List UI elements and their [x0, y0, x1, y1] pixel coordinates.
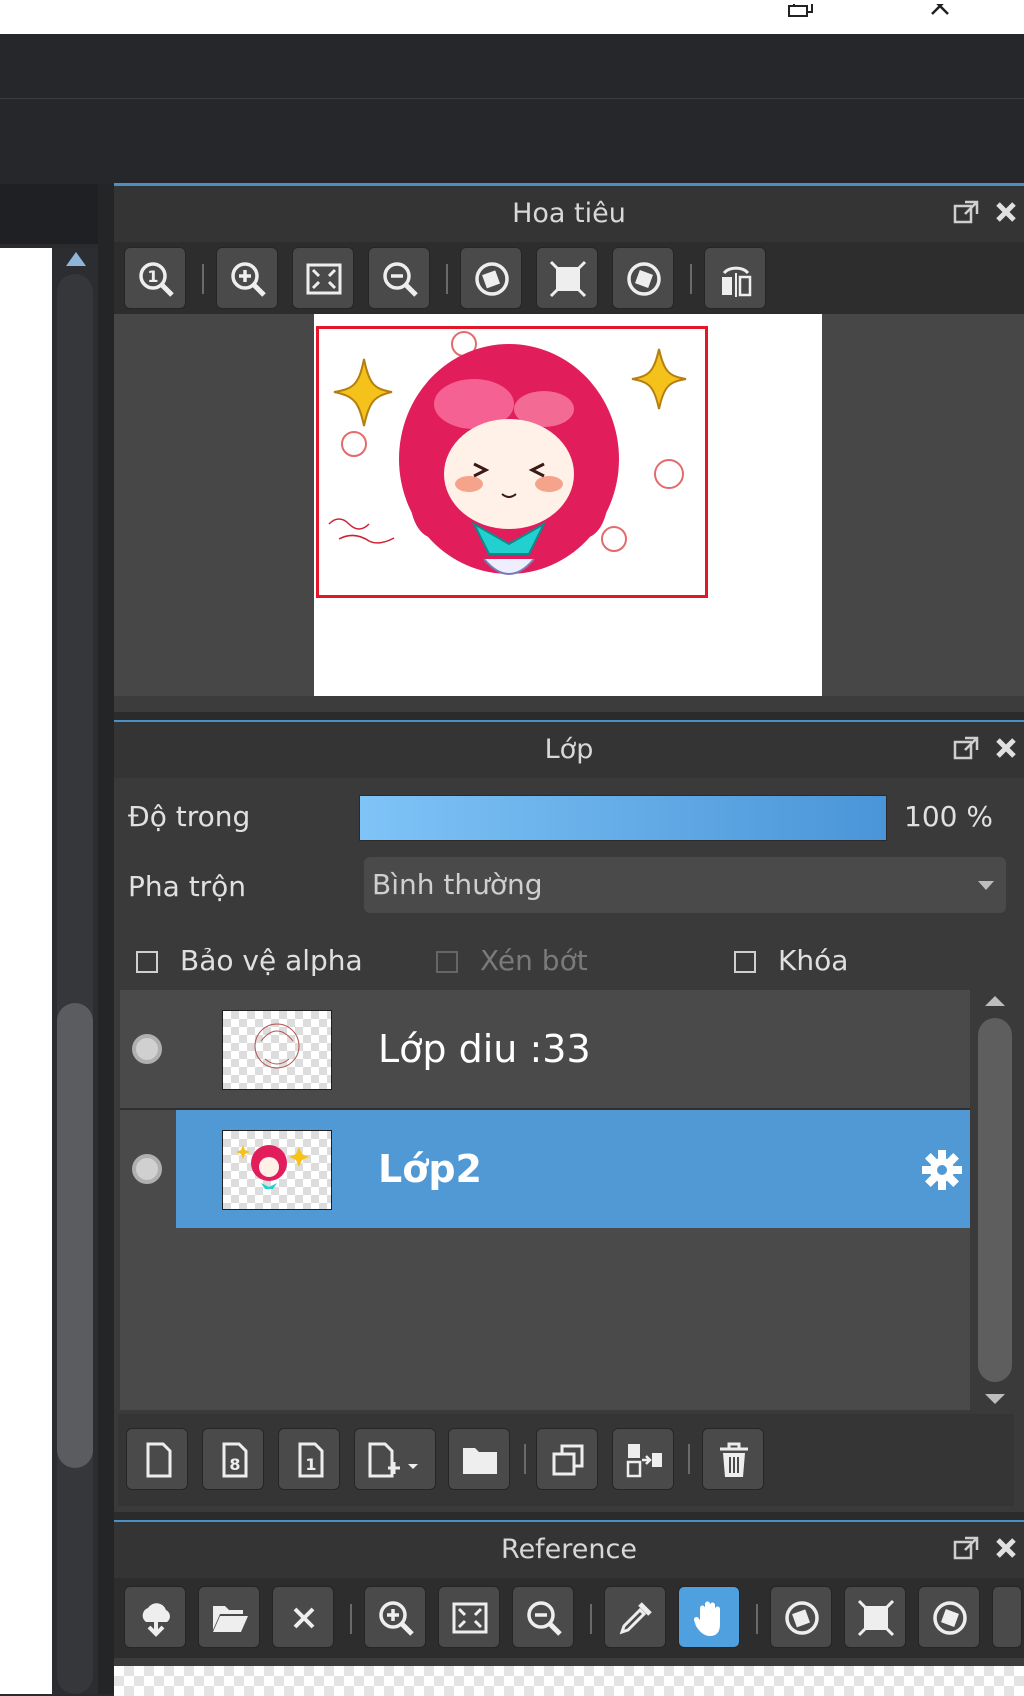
folder-icon[interactable]: [448, 1428, 510, 1490]
rotate-right-icon[interactable]: [918, 1586, 980, 1648]
layer-list-scrollbar[interactable]: [972, 990, 1018, 1410]
panel-divider[interactable]: [98, 184, 114, 1694]
layer-thumbnail: [222, 1130, 332, 1210]
scroll-down-icon[interactable]: [972, 1390, 1018, 1410]
reference-panel: Reference: [114, 1520, 1024, 1696]
reference-canvas[interactable]: [114, 1666, 1024, 1696]
navigator-toolbar: 1: [114, 242, 1024, 314]
layer-toolbar: 8 1: [118, 1414, 1014, 1506]
svg-text:1: 1: [147, 267, 158, 286]
close-icon[interactable]: [272, 1586, 334, 1648]
reference-title: Reference: [501, 1534, 637, 1565]
layer-panel: Lớp Độ trong 100 % Pha trộn Bình thường …: [114, 720, 1024, 1512]
rotate-right-icon[interactable]: [612, 247, 674, 309]
fit-window-icon[interactable]: [292, 247, 354, 309]
svg-text:1: 1: [305, 1455, 316, 1474]
close-panel-icon[interactable]: [992, 1536, 1020, 1564]
reference-header: Reference: [114, 1522, 1024, 1578]
lock-label: Khóa: [778, 944, 849, 977]
navigator-header: Hoa tiêu: [114, 186, 1024, 242]
zoom-in-icon[interactable]: [364, 1586, 426, 1648]
rotate-left-icon[interactable]: [770, 1586, 832, 1648]
opacity-value: 100 %: [904, 800, 993, 833]
trash-icon[interactable]: [702, 1428, 764, 1490]
new-1bit-layer-icon[interactable]: 1: [278, 1428, 340, 1490]
close-panel-icon[interactable]: [992, 736, 1020, 764]
scrollbar-thumb[interactable]: [57, 1003, 93, 1468]
zoom-in-icon[interactable]: [216, 247, 278, 309]
more-tools-button[interactable]: [992, 1586, 1022, 1648]
eyedropper-icon[interactable]: [604, 1586, 666, 1648]
protect-alpha-label: Bảo vệ alpha: [180, 944, 363, 977]
clipping-label: Xén bớt: [480, 944, 588, 977]
navigator-panel: Hoa tiêu 1: [114, 184, 1024, 712]
navigator-view-frame[interactable]: [316, 326, 708, 598]
zoom-actual-icon[interactable]: 1: [124, 247, 186, 309]
svg-text:8: 8: [229, 1455, 240, 1474]
add-layer-dropdown-icon[interactable]: [354, 1428, 436, 1490]
zoom-out-icon[interactable]: [512, 1586, 574, 1648]
blend-label: Pha trộn: [128, 870, 247, 903]
close-window-icon[interactable]: [915, 0, 975, 34]
clipping-checkbox: [436, 951, 458, 973]
navigator-preview[interactable]: [114, 314, 1024, 696]
scroll-up-icon[interactable]: [66, 252, 86, 266]
blend-mode-value: Bình thường: [372, 868, 543, 901]
opacity-slider[interactable]: [359, 795, 887, 841]
visibility-icon[interactable]: [132, 1154, 162, 1184]
fit-window-icon[interactable]: [438, 1586, 500, 1648]
flip-horizontal-icon[interactable]: [704, 247, 766, 309]
chevron-down-icon: [978, 881, 994, 890]
layer-header: Lớp: [114, 722, 1024, 778]
tool-options-bar: [0, 99, 1024, 185]
duplicate-layer-icon[interactable]: [536, 1428, 598, 1490]
layer-name: Lớp diu :33: [378, 1027, 591, 1071]
open-folder-icon[interactable]: [198, 1586, 260, 1648]
navigator-title: Hoa tiêu: [512, 198, 626, 229]
scrollbar-thumb[interactable]: [978, 1018, 1012, 1382]
popout-icon[interactable]: [952, 736, 980, 764]
popout-icon[interactable]: [952, 1536, 980, 1564]
blend-mode-select[interactable]: Bình thường: [364, 857, 1006, 913]
visibility-icon[interactable]: [132, 1034, 162, 1064]
layer-row[interactable]: Lớp diu :33: [120, 990, 970, 1110]
reset-rotation-icon[interactable]: [536, 247, 598, 309]
cloud-download-icon[interactable]: [124, 1586, 186, 1648]
zoom-out-icon[interactable]: [368, 247, 430, 309]
layer-title: Lớp: [544, 734, 594, 765]
popout-icon[interactable]: [952, 200, 980, 228]
protect-alpha-checkbox[interactable]: [136, 951, 158, 973]
opacity-label: Độ trong: [128, 800, 251, 833]
rotate-left-icon[interactable]: [460, 247, 522, 309]
scroll-up-icon[interactable]: [972, 990, 1018, 1010]
layer-row-selected[interactable]: Lớp2: [120, 1110, 970, 1228]
lock-checkbox[interactable]: [734, 951, 756, 973]
new-layer-icon[interactable]: [126, 1428, 188, 1490]
reset-rotation-icon[interactable]: [844, 1586, 906, 1648]
canvas-background: [0, 184, 110, 244]
new-8bit-layer-icon[interactable]: 8: [202, 1428, 264, 1490]
restore-icon[interactable]: [770, 0, 830, 34]
hand-tool-icon[interactable]: [678, 1586, 740, 1648]
canvas[interactable]: [0, 248, 52, 1694]
window-titlebar: [0, 0, 1024, 34]
reference-toolbar: [114, 1578, 1024, 1658]
close-panel-icon[interactable]: [992, 200, 1020, 228]
gear-icon[interactable]: [920, 1148, 964, 1196]
canvas-vertical-scrollbar[interactable]: [52, 248, 98, 1694]
menu-bar: [0, 34, 1024, 99]
merge-layer-icon[interactable]: [612, 1428, 674, 1490]
layer-list: Lớp diu :33 Lớp2: [120, 990, 970, 1410]
layer-name: Lớp2: [378, 1147, 482, 1191]
navigator-canvas-thumbnail: [314, 314, 822, 696]
layer-thumbnail: [222, 1010, 332, 1090]
